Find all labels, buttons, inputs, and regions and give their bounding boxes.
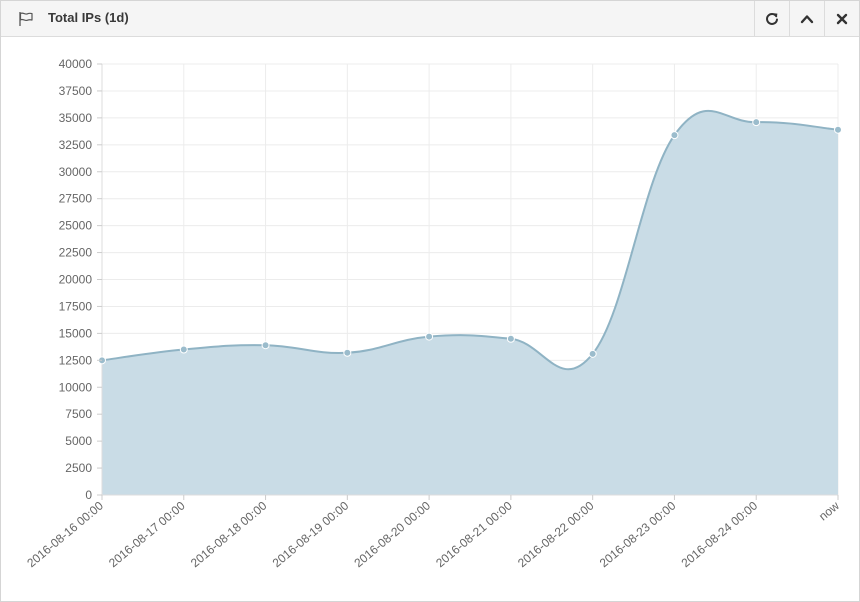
close-button[interactable] [824,1,859,36]
x-tick-label: 2016-08-17 00:00 [106,498,188,570]
y-tick-label: 22500 [59,246,93,260]
flag-icon [18,11,34,27]
y-tick-label: 30000 [59,165,93,179]
x-tick-label: 2016-08-24 00:00 [679,498,761,570]
y-tick-label: 35000 [59,111,93,125]
data-point-8 [752,118,761,127]
y-tick-label: 27500 [59,192,93,206]
data-point-1 [179,345,188,354]
x-tick-label: 2016-08-21 00:00 [433,498,515,570]
y-tick-label: 15000 [59,326,93,340]
data-point-5 [506,334,515,343]
y-tick-label: 32500 [59,138,93,152]
y-tick-label: 40000 [59,57,93,71]
y-tick-label: 20000 [59,273,93,287]
y-tick-label: 17500 [59,299,93,313]
data-point-2 [261,341,270,350]
data-point-6 [588,349,597,358]
chart-area: 0 2500 5000 7500 10000 12500 15000 17500 20000 22… [1,37,859,601]
x-tick-label: 2016-08-22 00:00 [515,498,597,570]
y-tick-label: 7500 [65,407,92,421]
data-point-3 [343,348,352,357]
y-tick-label: 5000 [65,434,92,448]
widget-title: Total IPs (1d) [48,10,129,25]
data-point-7 [670,131,679,140]
x-tick-label: 2016-08-18 00:00 [188,498,270,570]
refresh-icon [765,12,779,26]
y-tick-label: 10000 [59,380,93,394]
y-tick-label: 25000 [59,219,93,233]
chevron-up-icon [800,12,814,26]
total-ips-chart: 0 2500 5000 7500 10000 12500 15000 17500 20000 22… [24,57,842,570]
total-ips-widget: Total IPs (1d) 0 2500 5000 7500 10000 12… [0,0,860,602]
series-area [102,110,838,495]
x-tick-label: 2016-08-16 00:00 [24,498,106,570]
y-tick-label: 0 [85,488,92,502]
y-tick-label: 12500 [59,353,93,367]
x-tick-label: 2016-08-23 00:00 [597,498,679,570]
data-point-4 [425,332,434,341]
y-tick-label: 37500 [59,84,93,98]
collapse-button[interactable] [789,1,824,36]
x-tick-label: 2016-08-19 00:00 [270,498,352,570]
widget-header: Total IPs (1d) [1,1,859,37]
data-point-9 [834,125,842,134]
close-icon [836,13,848,25]
x-tick-label: 2016-08-20 00:00 [351,498,433,570]
x-tick-label: now [816,498,842,523]
refresh-button[interactable] [754,1,789,36]
y-tick-label: 2500 [65,461,92,475]
